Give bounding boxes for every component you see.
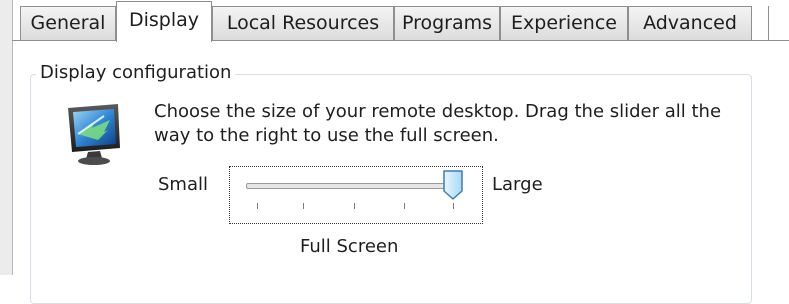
tab-programs[interactable]: Programs [394,6,500,40]
tab-strip: General Display Local Resources Programs… [12,0,789,42]
tab-experience[interactable]: Experience [500,6,628,40]
slider-thumb[interactable] [442,169,464,201]
tab-general[interactable]: General [20,6,116,40]
monitor-icon [68,104,120,165]
remote-desktop-options-dialog: General Display Local Resources Programs… [0,0,789,304]
slider-tick [404,203,405,209]
tab-advanced[interactable]: Advanced [628,6,752,40]
slider-value-label: Full Screen [300,236,399,257]
slider-max-label: Large [492,174,543,195]
slider-tick [303,203,304,209]
tab-local-resources[interactable]: Local Resources [212,6,394,40]
slider-min-label: Small [158,174,208,195]
tab-strip-end [768,6,789,40]
slider-track [246,183,454,189]
slider-tick [354,203,355,209]
slider-tick [453,203,454,209]
slider-tick [257,203,258,209]
display-size-slider[interactable] [229,166,483,224]
window-edge [0,0,13,275]
display-description: Choose the size of your remote desktop. … [154,101,722,146]
tab-display[interactable]: Display [116,1,212,42]
group-title: Display configuration [36,62,236,84]
